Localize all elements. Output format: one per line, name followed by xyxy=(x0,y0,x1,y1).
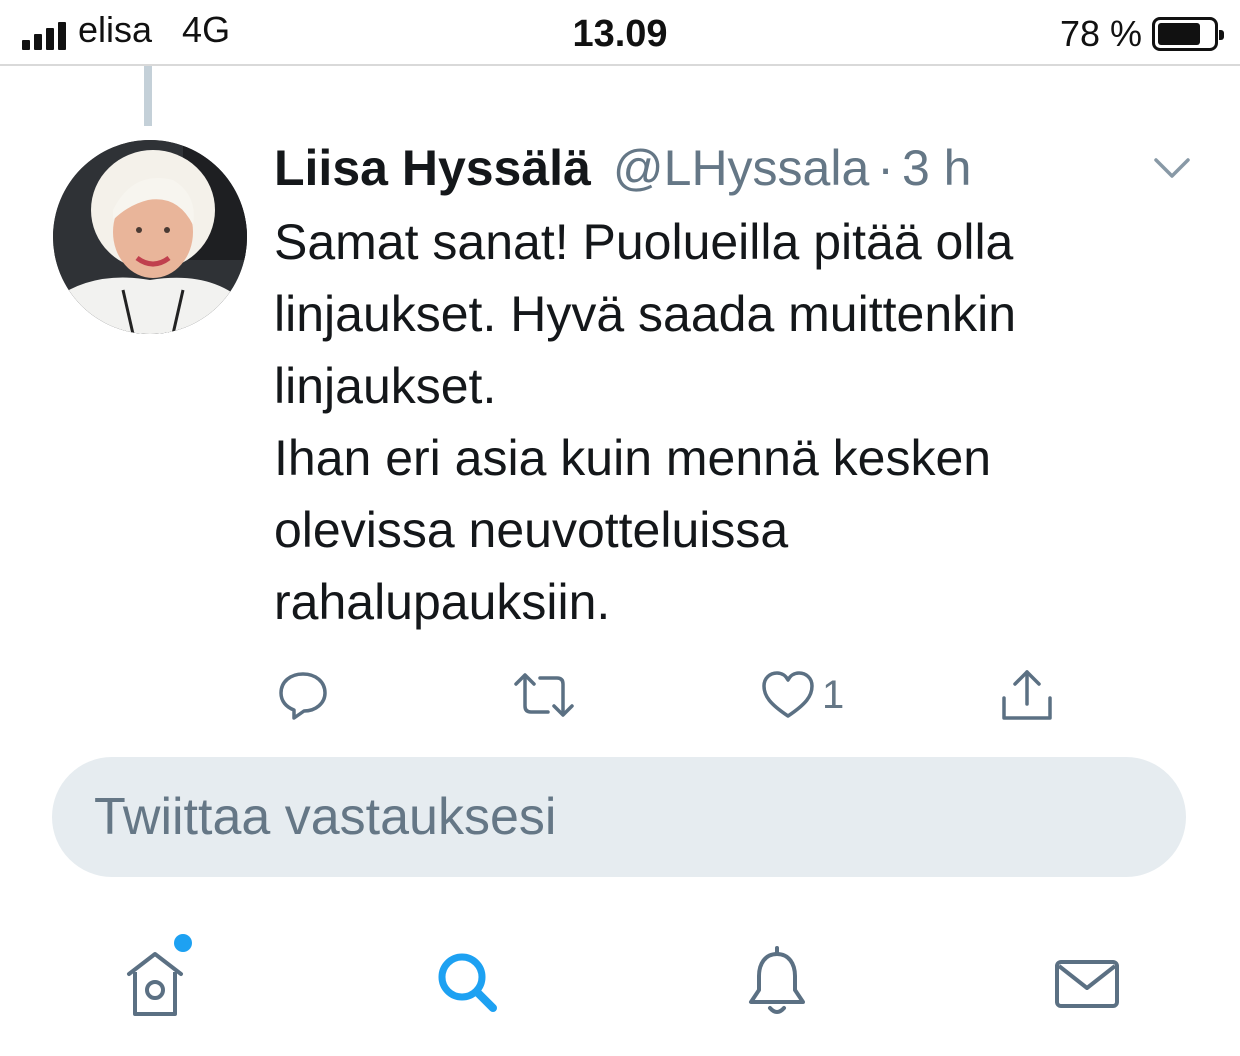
like-count: 1 xyxy=(822,672,845,717)
tweet-timestamp[interactable]: 3 h xyxy=(902,138,972,198)
search-icon xyxy=(438,953,497,1012)
bottom-tab-bar xyxy=(0,930,1240,1040)
battery-level-fill xyxy=(1158,23,1201,45)
battery-percent: 78 % xyxy=(1059,13,1142,54)
battery-tip xyxy=(1219,30,1224,40)
heart-icon xyxy=(762,671,814,718)
tweet-text-line: linjaukset. xyxy=(274,358,497,414)
thread-connector-line xyxy=(144,66,152,126)
bell-icon xyxy=(749,946,805,1014)
mail-icon xyxy=(1055,960,1119,1008)
tab-search[interactable] xyxy=(422,930,512,1030)
clock: 13.09 xyxy=(572,13,668,55)
home-icon xyxy=(127,952,183,1016)
tweet-text-line: rahalupauksiin. xyxy=(274,574,611,630)
tweet-text-line: olevissa neuvotteluissa xyxy=(274,502,789,558)
status-bar: elisa 4G 13.09 78 % xyxy=(0,0,1240,66)
reply-icon xyxy=(279,672,327,720)
tab-home[interactable] xyxy=(110,930,200,1030)
chevron-down-icon[interactable] xyxy=(1150,150,1194,186)
status-right: 78 % xyxy=(1059,12,1224,56)
share-button[interactable] xyxy=(998,660,1056,730)
author-handle[interactable]: @LHyssala xyxy=(613,138,869,198)
like-button[interactable]: 1 xyxy=(760,660,844,730)
tweet-text-line: Ihan eri asia kuin mennä kesken xyxy=(274,430,992,486)
header-separator: · xyxy=(877,140,894,196)
avatar[interactable] xyxy=(53,140,247,334)
tweet-text-line: Samat sanat! Puolueilla pitää olla xyxy=(274,214,1014,270)
retweet-button[interactable] xyxy=(512,660,576,730)
reply-placeholder: Twiittaa vastauksesi xyxy=(94,788,557,846)
avatar-image xyxy=(53,140,247,334)
tweet-text: Samat sanat! Puolueilla pitää olla linja… xyxy=(274,206,1174,638)
tweet-text-line: linjaukset. Hyvä saada muittenkin xyxy=(274,286,1017,342)
reply-input[interactable]: Twiittaa vastauksesi xyxy=(52,757,1186,877)
tweet-header: Liisa Hyssälä @LHyssala · 3 h xyxy=(274,138,971,198)
home-notification-dot xyxy=(174,934,192,952)
retweet-icon xyxy=(514,673,574,717)
tweet-actions: 1 xyxy=(0,660,1240,730)
author-name[interactable]: Liisa Hyssälä xyxy=(274,138,591,198)
reply-button[interactable] xyxy=(276,660,330,730)
battery-icon xyxy=(1152,17,1224,51)
share-icon xyxy=(1002,670,1052,720)
tab-notifications[interactable] xyxy=(732,930,822,1030)
tab-messages[interactable] xyxy=(1042,930,1132,1030)
